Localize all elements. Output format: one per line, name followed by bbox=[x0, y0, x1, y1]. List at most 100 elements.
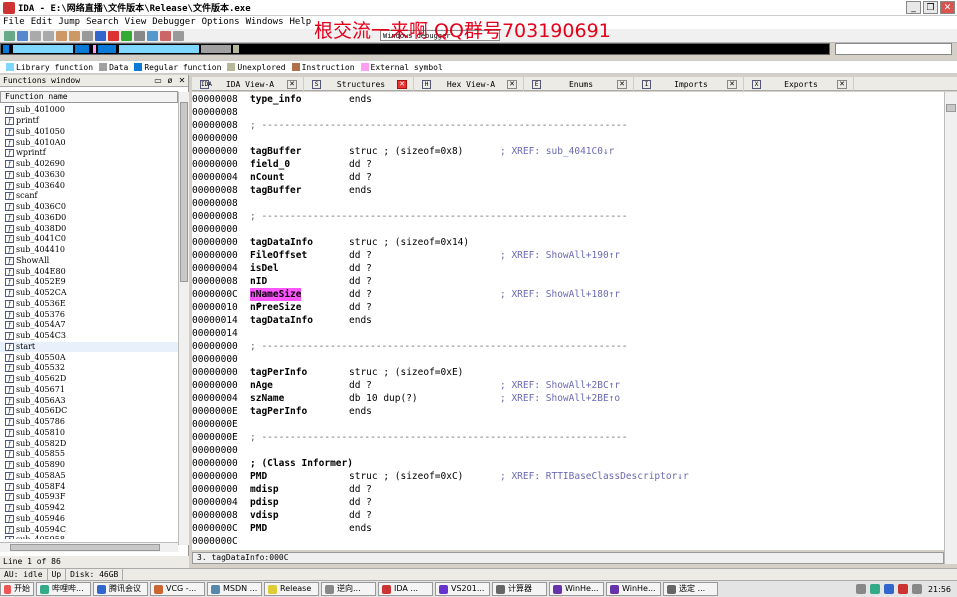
code-line[interactable]: 00000014 bbox=[192, 327, 944, 340]
tab-hex-view-a[interactable]: H Hex View-A ✕ bbox=[414, 77, 524, 91]
function-list-item[interactable]: f ShowAll bbox=[0, 256, 178, 267]
function-list-item[interactable]: f sub_40536E bbox=[0, 299, 178, 310]
member-name[interactable]: type_info bbox=[250, 93, 301, 106]
function-list-item[interactable]: f printf bbox=[0, 116, 178, 127]
taskbar-item[interactable]: 逆向... bbox=[321, 582, 376, 596]
run-icon[interactable] bbox=[121, 30, 132, 41]
tray-icon[interactable] bbox=[869, 584, 880, 594]
taskbar-item[interactable]: VCG -... bbox=[150, 582, 205, 596]
taskbar-item[interactable]: MSDN ... bbox=[207, 582, 262, 596]
code-line[interactable]: 00000000 bbox=[192, 353, 944, 366]
close-panel-icon[interactable]: ✕ bbox=[176, 76, 188, 85]
function-list-item[interactable]: f sub_4058A5 bbox=[0, 471, 178, 482]
menu-edit[interactable]: Edit bbox=[28, 16, 56, 29]
function-list-item[interactable]: f sub_4036D0 bbox=[0, 213, 178, 224]
member-name[interactable]: vdisp bbox=[250, 509, 279, 522]
tray-icon[interactable] bbox=[897, 584, 908, 594]
code-line[interactable]: 00000000 bbox=[192, 223, 944, 236]
function-list-item[interactable]: f sub_40594C bbox=[0, 524, 178, 535]
xref-comment[interactable]: ; XREF: ShowAll+2BC↑r bbox=[500, 379, 620, 392]
back-icon[interactable] bbox=[30, 30, 41, 41]
function-list-item[interactable]: f sub_405890 bbox=[0, 460, 178, 471]
menu-help[interactable]: Help bbox=[287, 16, 315, 29]
member-name[interactable]: szName bbox=[250, 392, 284, 405]
function-list-item[interactable]: f sub_405942 bbox=[0, 503, 178, 514]
code-line[interactable]: 00000008 type_info ends bbox=[192, 93, 944, 106]
code-line[interactable]: 00000000 mdisp dd ? bbox=[192, 483, 944, 496]
code-line[interactable]: 0000000C nNameSize dd ?; XREF: ShowAll+180… bbox=[192, 288, 944, 301]
function-list-hscrollbar[interactable] bbox=[0, 542, 178, 552]
float-icon[interactable]: ▭ bbox=[152, 76, 164, 85]
member-name[interactable]: tagBuffer bbox=[250, 145, 301, 158]
tab-ida-view-a[interactable]: IDA IDA View-A ✕ bbox=[192, 77, 304, 91]
navigation-band[interactable] bbox=[0, 43, 830, 55]
graph-icon[interactable] bbox=[134, 30, 145, 41]
save-icon[interactable] bbox=[17, 30, 28, 41]
member-name[interactable]: FileOffset bbox=[250, 249, 307, 262]
code-line[interactable]: 00000004 isDel dd ? bbox=[192, 262, 944, 275]
function-list-item[interactable]: f sub_401050 bbox=[0, 127, 178, 138]
menu-options[interactable]: Options bbox=[199, 16, 243, 29]
member-name[interactable]: tagDataInfo bbox=[250, 314, 313, 327]
structures-view[interactable]: 00000008 type_info ends 00000008 00000008; -… bbox=[192, 92, 944, 550]
menu-search[interactable]: Search bbox=[83, 16, 122, 29]
code-line[interactable]: 00000008 ; ------------------------------… bbox=[192, 210, 944, 223]
code-line[interactable]: 00000004 nCount dd ? bbox=[192, 171, 944, 184]
function-list-item[interactable]: f sub_4052CA bbox=[0, 288, 178, 299]
tab-close-icon[interactable]: ✕ bbox=[397, 79, 407, 89]
function-list-item[interactable]: f sub_401000 bbox=[0, 105, 178, 116]
function-list-item[interactable]: f sub_4054C3 bbox=[0, 331, 178, 342]
menu-view[interactable]: View bbox=[122, 16, 150, 29]
xref-comment[interactable]: ; XREF: sub_4041C0↓r bbox=[500, 145, 614, 158]
function-list-item[interactable]: f sub_40562D bbox=[0, 374, 178, 385]
tab-enums[interactable]: E Enums ✕ bbox=[524, 77, 634, 91]
code-icon[interactable] bbox=[108, 30, 119, 41]
taskbar-item[interactable]: Release bbox=[264, 582, 319, 596]
tray-icon[interactable] bbox=[911, 584, 922, 594]
code-line[interactable]: 00000000 FileOffset dd ? ; XREF: ShowAll+19… bbox=[192, 249, 944, 262]
member-name[interactable]: nID bbox=[250, 275, 267, 288]
function-list-item[interactable]: f sub_4052E9 bbox=[0, 277, 178, 288]
function-list-item[interactable]: f sub_405810 bbox=[0, 428, 178, 439]
menu-jump[interactable]: Jump bbox=[55, 16, 83, 29]
function-list-item[interactable]: fsub_405958 bbox=[0, 535, 178, 539]
function-list-item[interactable]: f start bbox=[0, 341, 178, 353]
function-list-item[interactable]: f sub_40593F bbox=[0, 492, 178, 503]
member-name[interactable]: tagPerInfo bbox=[250, 405, 307, 418]
member-name[interactable]: nAge bbox=[250, 379, 273, 392]
member-name[interactable]: nCount bbox=[250, 171, 284, 184]
function-list-scrollbar[interactable] bbox=[178, 92, 189, 545]
code-line[interactable]: 00000014 tagDataInfo ends bbox=[192, 314, 944, 327]
code-line[interactable]: 00000000 bbox=[192, 444, 944, 457]
jump-icon[interactable] bbox=[95, 30, 106, 41]
minimize-button[interactable]: _ bbox=[906, 1, 921, 14]
code-line[interactable]: 0000000E ; ------------------------------… bbox=[192, 431, 944, 444]
code-line[interactable]: 00000004 szName db 10 dup(?) ; XREF: ShowAl… bbox=[192, 392, 944, 405]
clock[interactable]: 21:56 bbox=[928, 585, 951, 594]
forward-icon[interactable] bbox=[43, 30, 54, 41]
segment-select[interactable] bbox=[835, 43, 952, 55]
member-name[interactable]: tagPerInfo bbox=[250, 366, 307, 379]
code-line[interactable]: 00000004 pdisp dd ? bbox=[192, 496, 944, 509]
plugin-icon[interactable] bbox=[147, 30, 158, 41]
function-list-item[interactable]: f wprintf bbox=[0, 148, 178, 159]
member-name[interactable]: pdisp bbox=[250, 496, 279, 509]
function-list-item[interactable]: f scanf bbox=[0, 191, 178, 202]
start-button[interactable]: 开始 bbox=[0, 582, 34, 596]
function-list-item[interactable]: f sub_405376 bbox=[0, 309, 178, 320]
xref-comment[interactable]: ; XREF: RTTIBaseClassDescriptor↓r bbox=[500, 470, 689, 483]
search-icon[interactable] bbox=[82, 30, 93, 41]
function-list-item[interactable]: f sub_402690 bbox=[0, 159, 178, 170]
function-list-item[interactable]: f sub_4058F4 bbox=[0, 481, 178, 492]
function-list-item[interactable]: f sub_4010A0 bbox=[0, 137, 178, 148]
function-list-item[interactable]: f sub_405946 bbox=[0, 514, 178, 525]
member-name[interactable]: ; (Class Informer) bbox=[250, 457, 353, 470]
taskbar-item[interactable]: 腾讯会议 bbox=[93, 582, 148, 596]
function-list-item[interactable]: f sub_4054A7 bbox=[0, 320, 178, 331]
tab-imports[interactable]: I Imports ✕ bbox=[634, 77, 744, 91]
tab-close-icon[interactable]: ✕ bbox=[507, 79, 517, 89]
tray-icon[interactable] bbox=[883, 584, 894, 594]
function-list-item[interactable]: f sub_4056A3 bbox=[0, 395, 178, 406]
member-name[interactable]: field_0 bbox=[250, 158, 290, 171]
code-line[interactable]: 00000000 bbox=[192, 132, 944, 145]
